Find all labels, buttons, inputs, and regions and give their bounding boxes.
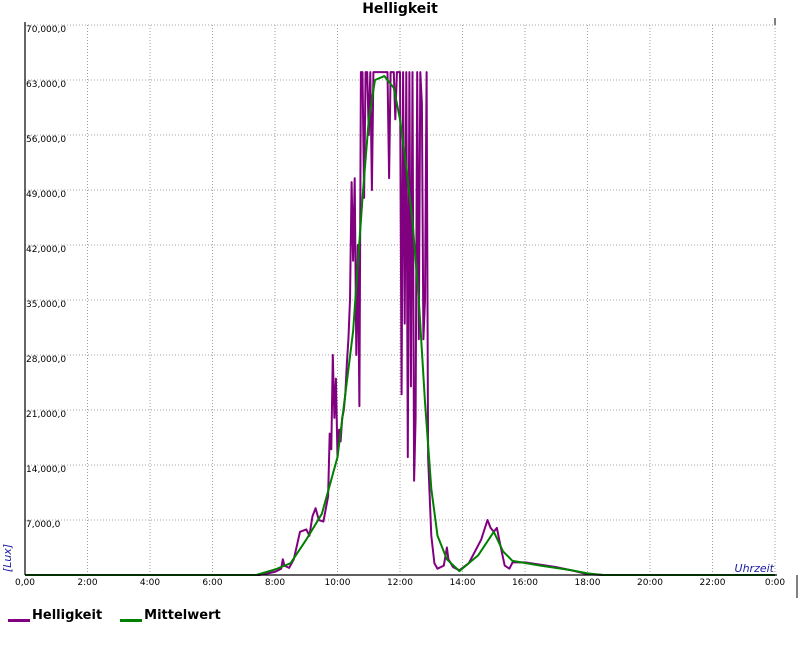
legend: Helligkeit Mittelwert bbox=[8, 608, 221, 623]
x-tick-labels: 0,00 2:00 4:00 6:00 8:00 10:00 12:00 14:00 16:00… bbox=[15, 578, 785, 588]
legend-swatch-helligkeit bbox=[8, 619, 30, 622]
x-tick-label: 16:00 bbox=[512, 578, 538, 588]
brightness-chart: Helligkeit 7,000,0 14,000,0 21,000,0 28,000… bbox=[1, 1, 798, 598]
x-tick-label: 12:00 bbox=[387, 578, 413, 588]
y-tick-label: 42,000,0 bbox=[26, 245, 66, 255]
legend-swatch-mittelwert bbox=[120, 619, 143, 622]
x-tick-label: 0:00 bbox=[765, 578, 785, 588]
x-tick-label: 20:00 bbox=[637, 578, 663, 588]
y-tick-label: 14,000,0 bbox=[26, 465, 66, 475]
x-tick-label: 14:00 bbox=[450, 578, 476, 588]
y-tick-label: 63,000,0 bbox=[26, 80, 66, 90]
x-tick-label: 18:00 bbox=[575, 578, 601, 588]
legend-item-helligkeit: Helligkeit bbox=[8, 608, 102, 623]
y-tick-label: 35,000,0 bbox=[26, 300, 66, 310]
x-tick-label: 10:00 bbox=[325, 578, 351, 588]
x-tick-label: 4:00 bbox=[140, 578, 160, 588]
x-tick-label: 2:00 bbox=[77, 578, 97, 588]
y-tick-label: 7,000,0 bbox=[26, 520, 61, 530]
legend-label-helligkeit: Helligkeit bbox=[32, 608, 103, 623]
legend-label-mittelwert: Mittelwert bbox=[144, 608, 221, 623]
x-axis-label: Uhrzeit bbox=[735, 562, 775, 575]
y-tick-labels: 7,000,0 14,000,0 21,000,0 28,000,0 35,000,0 4… bbox=[26, 25, 66, 530]
x-tick-label: 22:00 bbox=[700, 578, 726, 588]
legend-item-mittelwert: Mittelwert bbox=[120, 608, 221, 623]
y-tick-label: 56,000,0 bbox=[26, 135, 66, 145]
chart-title: Helligkeit bbox=[362, 1, 438, 17]
x-tick-label: 8:00 bbox=[265, 578, 285, 588]
y-axis-label: [Lux] bbox=[1, 544, 14, 572]
y-tick-label: 21,000,0 bbox=[26, 410, 66, 420]
y-tick-label: 70,000,0 bbox=[26, 25, 66, 35]
x-tick-label: 0,00 bbox=[15, 578, 35, 588]
y-tick-label: 28,000,0 bbox=[26, 355, 66, 365]
x-tick-label: 6:00 bbox=[202, 578, 222, 588]
y-tick-label: 49,000,0 bbox=[26, 190, 66, 200]
